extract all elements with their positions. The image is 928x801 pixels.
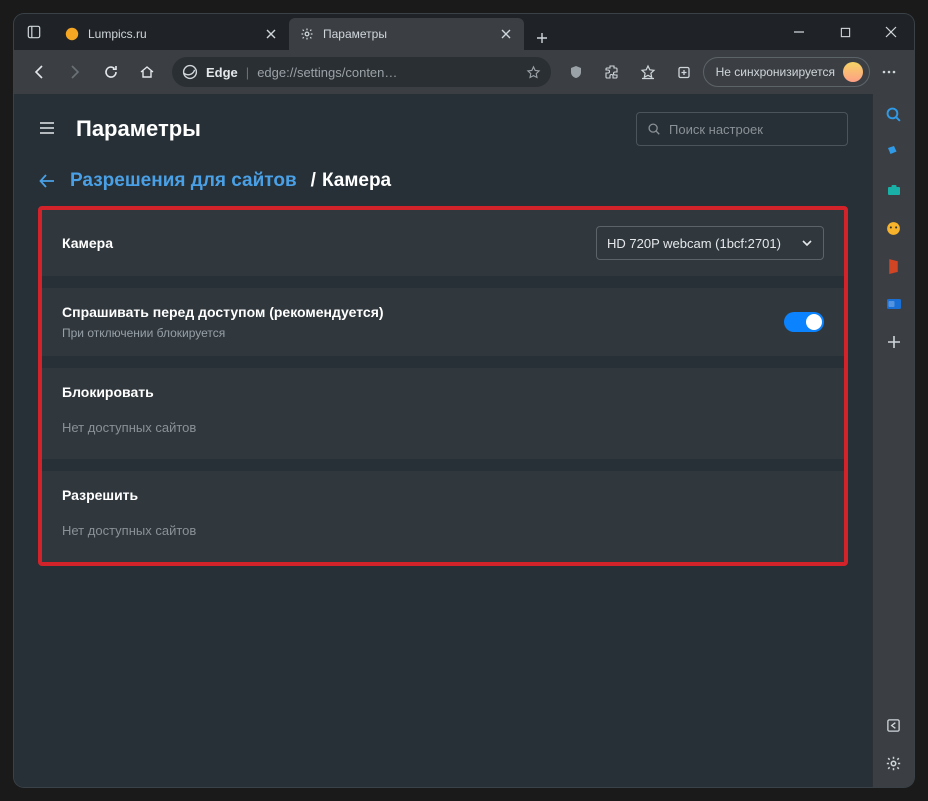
tab-title: Параметры: [323, 27, 492, 41]
new-tab-button[interactable]: [528, 24, 556, 52]
divider: [42, 276, 844, 288]
ask-toggle[interactable]: [784, 312, 824, 332]
collections-button[interactable]: [667, 55, 701, 89]
minimize-button[interactable]: [776, 14, 822, 50]
divider: [42, 459, 844, 471]
window-controls: [776, 14, 914, 50]
camera-select-section: Камера HD 720P webcam (1bcf:2701): [42, 210, 844, 276]
address-bar[interactable]: Edge | edge://settings/conten…: [172, 57, 551, 87]
browser-window: Lumpics.ru Параметры: [14, 14, 914, 787]
ask-label: Спрашивать перед доступом (рекомендуется…: [62, 304, 784, 320]
right-sidebar: [872, 94, 914, 787]
gear-icon: [299, 26, 315, 42]
breadcrumb-back[interactable]: [38, 172, 56, 190]
tab-actions-button[interactable]: [14, 14, 54, 50]
sidebar-tools-icon[interactable]: [880, 176, 908, 204]
menu-button[interactable]: [872, 55, 906, 89]
home-button[interactable]: [130, 55, 164, 89]
breadcrumb-link[interactable]: Разрешения для сайтов: [70, 170, 297, 192]
address-url: edge://settings/conten…: [257, 65, 517, 80]
settings-search[interactable]: Поиск настроек: [636, 112, 848, 146]
chevron-down-icon: [801, 237, 813, 249]
sidebar-outlook-icon[interactable]: [880, 290, 908, 318]
ask-before-access-row: Спрашивать перед доступом (рекомендуется…: [42, 288, 844, 356]
sidebar-shopping-icon[interactable]: [880, 138, 908, 166]
tab-settings[interactable]: Параметры: [289, 18, 524, 50]
breadcrumb: Разрешения для сайтов / Камера: [14, 170, 872, 206]
highlight-box: Камера HD 720P webcam (1bcf:2701) Спраши…: [38, 206, 848, 566]
search-placeholder: Поиск настроек: [669, 122, 763, 137]
settings-page: Параметры Поиск настроек Разрешения для …: [14, 94, 872, 787]
sidebar-games-icon[interactable]: [880, 214, 908, 242]
block-empty: Нет доступных сайтов: [42, 406, 844, 459]
sidebar-office-icon[interactable]: [880, 252, 908, 280]
search-icon: [647, 122, 661, 136]
extensions-button[interactable]: [595, 55, 629, 89]
address-brand: Edge: [206, 65, 238, 80]
breadcrumb-current: Камера: [322, 170, 391, 192]
page-title: Параметры: [76, 116, 201, 142]
sidebar-expand-icon[interactable]: [880, 711, 908, 739]
divider: [42, 356, 844, 368]
tab-lumpics[interactable]: Lumpics.ru: [54, 18, 289, 50]
camera-selected: HD 720P webcam (1bcf:2701): [607, 236, 781, 251]
favorite-icon[interactable]: [526, 65, 541, 80]
toolbar: Edge | edge://settings/conten… Не синхро…: [14, 50, 914, 94]
camera-select-row: Камера HD 720P webcam (1bcf:2701): [42, 210, 844, 276]
profile-button[interactable]: Не синхронизируется: [703, 57, 870, 87]
forward-button[interactable]: [58, 55, 92, 89]
edge-icon: [182, 64, 198, 80]
maximize-button[interactable]: [822, 14, 868, 50]
settings-header: Параметры Поиск настроек: [14, 94, 872, 170]
back-button[interactable]: [22, 55, 56, 89]
hamburger-button[interactable]: [38, 119, 58, 139]
titlebar: Lumpics.ru Параметры: [14, 14, 914, 50]
ask-before-access-section: Спрашивать перед доступом (рекомендуется…: [42, 288, 844, 356]
sidebar-search-icon[interactable]: [880, 100, 908, 128]
block-heading: Блокировать: [42, 368, 844, 406]
camera-label: Камера: [62, 235, 596, 251]
allow-heading: Разрешить: [42, 471, 844, 509]
allow-empty: Нет доступных сайтов: [42, 509, 844, 562]
close-icon[interactable]: [263, 26, 279, 42]
shield-icon[interactable]: [559, 55, 593, 89]
camera-dropdown[interactable]: HD 720P webcam (1bcf:2701): [596, 226, 824, 260]
close-icon[interactable]: [498, 26, 514, 42]
favorites-button[interactable]: [631, 55, 665, 89]
address-separator: |: [246, 65, 249, 80]
profile-label: Не синхронизируется: [716, 65, 835, 79]
avatar: [843, 62, 863, 82]
body-row: Параметры Поиск настроек Разрешения для …: [14, 94, 914, 787]
favicon-lumpics: [64, 26, 80, 42]
tab-title: Lumpics.ru: [88, 27, 257, 41]
sidebar-settings-icon[interactable]: [880, 749, 908, 777]
refresh-button[interactable]: [94, 55, 128, 89]
vertical-tabs-icon: [27, 25, 41, 39]
close-window-button[interactable]: [868, 14, 914, 50]
sidebar-add-icon[interactable]: [880, 328, 908, 356]
tab-strip: Lumpics.ru Параметры: [54, 14, 776, 50]
breadcrumb-sep: /: [311, 170, 316, 192]
ask-sub: При отключении блокируется: [62, 326, 784, 340]
